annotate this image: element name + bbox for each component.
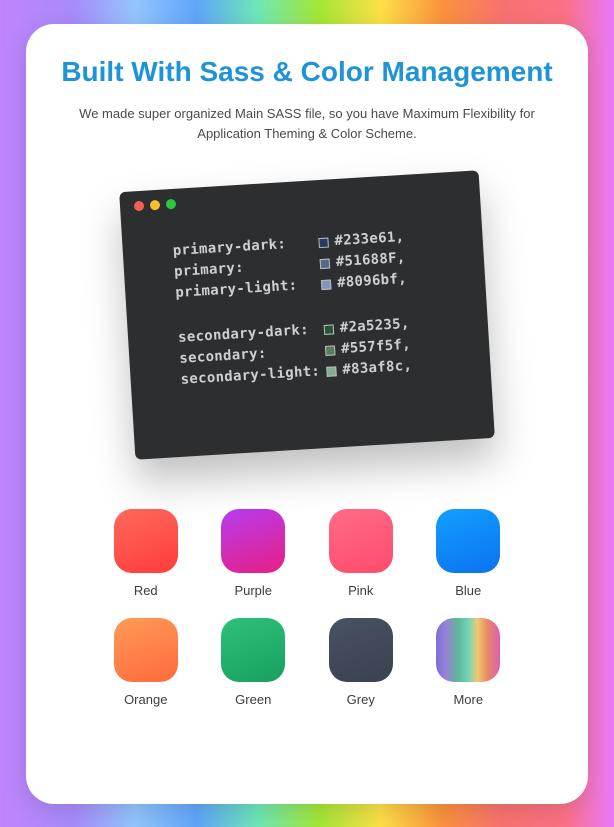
color-swatch bbox=[324, 324, 341, 335]
color-swatch-tile bbox=[329, 509, 393, 573]
close-icon bbox=[134, 201, 145, 212]
color-swatch-tile bbox=[329, 618, 393, 682]
color-tile-pink[interactable]: Pink bbox=[314, 509, 408, 598]
color-tile-label: Orange bbox=[99, 692, 193, 707]
color-tile-green[interactable]: Green bbox=[207, 618, 301, 707]
color-swatch bbox=[321, 279, 338, 290]
color-swatch bbox=[326, 366, 343, 377]
page-title: Built With Sass & Color Management bbox=[60, 56, 554, 88]
color-tile-label: Green bbox=[207, 692, 301, 707]
color-swatch-tile bbox=[114, 618, 178, 682]
color-tile-label: More bbox=[422, 692, 516, 707]
page-subtitle: We made super organized Main SASS file, … bbox=[67, 104, 547, 146]
color-tile-label: Red bbox=[99, 583, 193, 598]
color-swatch-tile bbox=[221, 509, 285, 573]
window-traffic-lights bbox=[134, 181, 466, 211]
color-tile-orange[interactable]: Orange bbox=[99, 618, 193, 707]
color-swatch bbox=[318, 237, 335, 248]
color-swatch-tile bbox=[221, 618, 285, 682]
minimize-icon bbox=[150, 200, 161, 211]
color-tile-label: Purple bbox=[207, 583, 301, 598]
color-tile-label: Blue bbox=[422, 583, 516, 598]
color-tile-grey[interactable]: Grey bbox=[314, 618, 408, 707]
color-swatch-tile bbox=[436, 618, 500, 682]
maximize-icon bbox=[166, 199, 177, 210]
color-swatch bbox=[320, 258, 337, 269]
code-hex: #83af8c, bbox=[342, 356, 413, 381]
color-palette: Red Purple Pink Blue Orange Green Grey More bbox=[77, 509, 537, 707]
color-tile-blue[interactable]: Blue bbox=[422, 509, 516, 598]
color-tile-more[interactable]: More bbox=[422, 618, 516, 707]
code-block: primary-dark:#233e61,primary:#51688F,pri… bbox=[136, 223, 477, 393]
code-terminal: primary-dark:#233e61,primary:#51688F,pri… bbox=[119, 170, 495, 459]
color-tile-red[interactable]: Red bbox=[99, 509, 193, 598]
color-tile-label: Grey bbox=[314, 692, 408, 707]
code-hex: #8096bf, bbox=[336, 269, 407, 294]
color-tile-label: Pink bbox=[314, 583, 408, 598]
content-card: Built With Sass & Color Management We ma… bbox=[26, 24, 588, 804]
color-swatch bbox=[325, 345, 342, 356]
color-swatch-tile bbox=[114, 509, 178, 573]
color-swatch-tile bbox=[436, 509, 500, 573]
color-tile-purple[interactable]: Purple bbox=[207, 509, 301, 598]
